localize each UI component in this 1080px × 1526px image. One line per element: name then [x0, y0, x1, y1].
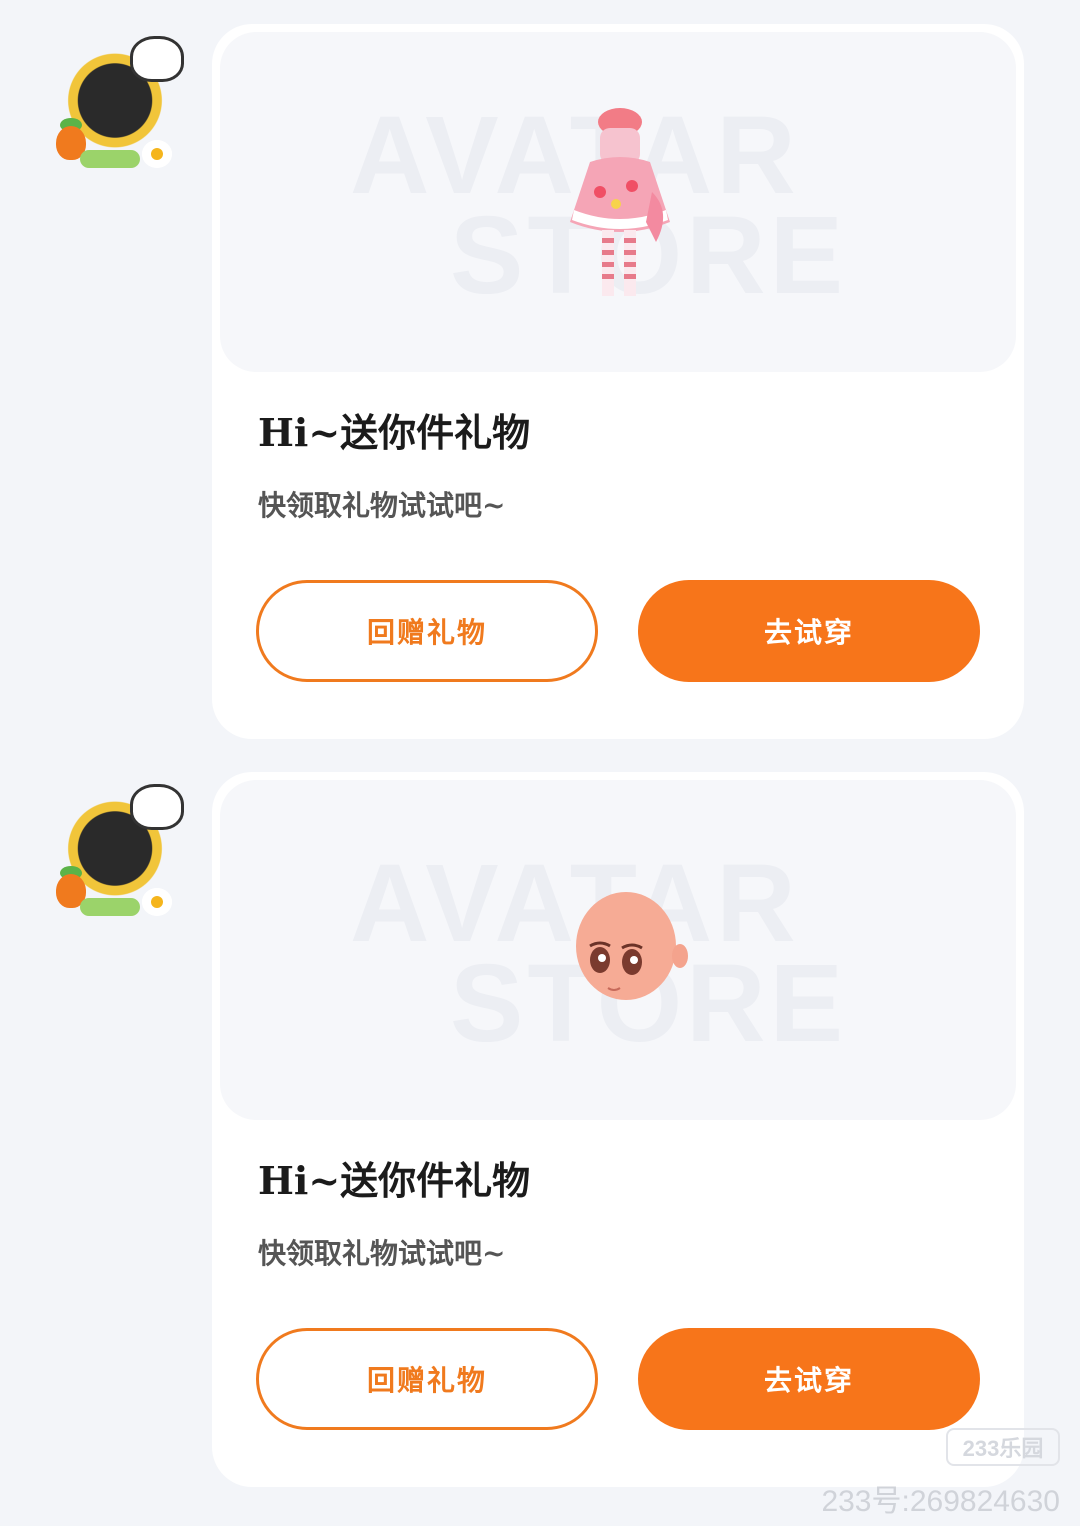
egg-decoration-icon: [142, 888, 172, 916]
gift-preview[interactable]: AVATAR STORE: [220, 32, 1016, 372]
head-icon: [576, 892, 688, 1000]
sender-avatar[interactable]: [50, 36, 184, 172]
grass-decoration-icon: [80, 150, 140, 168]
cat-ear-decoration-icon: [130, 36, 184, 82]
return-gift-button[interactable]: 回赠礼物: [256, 580, 598, 682]
gift-title: Hi~送你件礼物: [258, 1158, 531, 1203]
grass-decoration-icon: [80, 898, 140, 916]
try-on-button[interactable]: 去试穿: [638, 580, 980, 682]
site-watermark: 233乐园: [946, 1428, 1060, 1466]
sender-avatar[interactable]: [50, 784, 184, 920]
gift-title: Hi~送你件礼物: [258, 410, 531, 455]
try-on-button[interactable]: 去试穿: [638, 1328, 980, 1430]
gift-subtitle: 快领取礼物试试吧~: [258, 1237, 506, 1270]
id-watermark: 233号:269824630: [821, 1485, 1060, 1518]
gift-preview[interactable]: AVATAR STORE: [220, 780, 1016, 1120]
gift-card: AVATAR STORE Hi~送你件礼物 快领取礼物试试吧~ 回赠礼物 去试穿: [212, 772, 1024, 1487]
egg-decoration-icon: [142, 140, 172, 168]
gift-card: AVATAR STORE Hi~送你件礼物 快领取礼物试试吧~ 回赠礼物 去试穿: [212, 24, 1024, 739]
cat-ear-decoration-icon: [130, 784, 184, 830]
return-gift-button[interactable]: 回赠礼物: [256, 1328, 598, 1430]
gift-subtitle: 快领取礼物试试吧~: [258, 489, 506, 522]
dress-icon: [570, 108, 670, 296]
